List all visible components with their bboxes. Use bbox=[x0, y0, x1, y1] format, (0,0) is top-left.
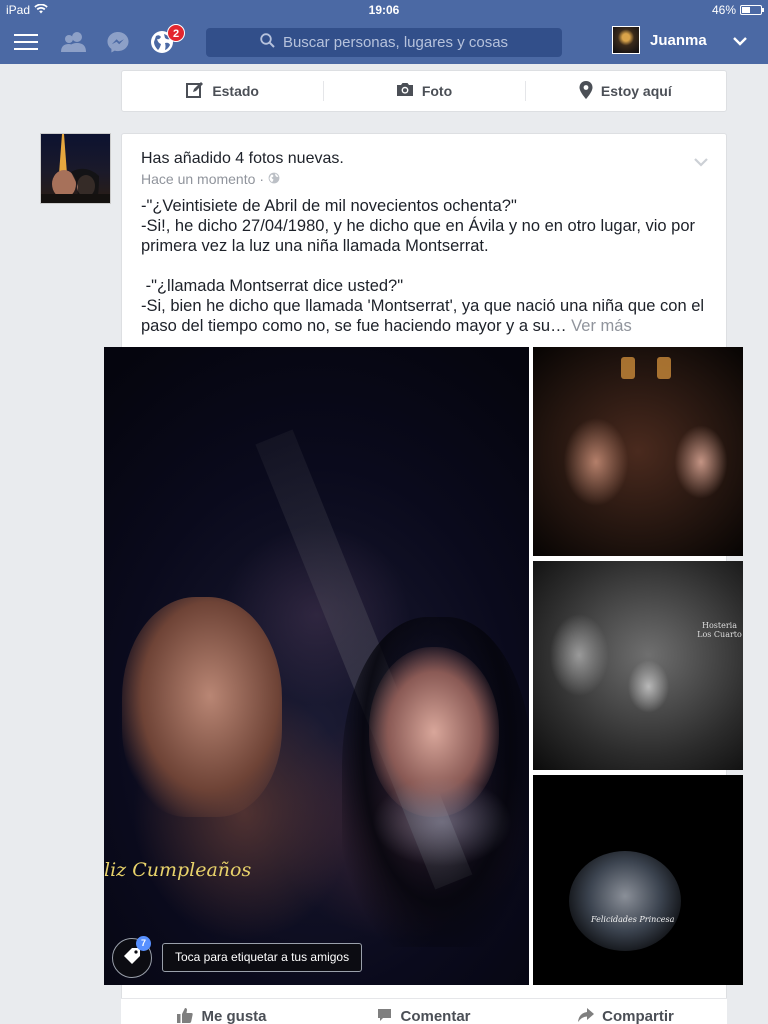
checkin-label: Estoy aquí bbox=[600, 83, 672, 99]
location-pin-icon bbox=[579, 80, 593, 102]
thumbs-up-icon bbox=[177, 1007, 194, 1024]
dot-separator: · bbox=[259, 171, 265, 187]
see-more-link[interactable]: Ver más bbox=[571, 317, 632, 335]
edit-icon bbox=[186, 81, 204, 102]
user-profile-link[interactable]: Juanma bbox=[612, 26, 707, 54]
comment-button[interactable]: Comentar bbox=[323, 999, 525, 1024]
share-label: Compartir bbox=[602, 1008, 674, 1024]
status-button[interactable]: Estado bbox=[122, 71, 323, 111]
public-globe-icon bbox=[268, 171, 280, 187]
photo-vignette-portrait[interactable]: Felicidades Princesa bbox=[533, 775, 743, 985]
friend-requests-icon[interactable] bbox=[61, 30, 87, 54]
photo-button[interactable]: Foto bbox=[323, 71, 524, 111]
post-text-line: -Si!, he dicho 27/04/1980, y he dicho qu… bbox=[141, 217, 700, 255]
search-icon bbox=[260, 33, 275, 52]
user-avatar bbox=[612, 26, 640, 54]
clock: 19:06 bbox=[368, 3, 400, 17]
comment-icon bbox=[377, 1008, 392, 1024]
like-label: Me gusta bbox=[201, 1008, 267, 1024]
photo-person-man bbox=[122, 597, 282, 817]
tag-count-badge: 7 bbox=[136, 936, 151, 951]
chevron-down-icon[interactable] bbox=[732, 30, 748, 59]
tag-friends-tooltip: Toca para etiquetar a tus amigos bbox=[162, 943, 363, 972]
search-placeholder: Buscar personas, lugares y cosas bbox=[282, 34, 509, 51]
search-bar[interactable]: Buscar personas, lugares y cosas bbox=[206, 28, 562, 57]
post-text-line: -"¿llamada Montserrat dice usted?" bbox=[141, 277, 404, 295]
photo-vignette-caption: Felicidades Princesa bbox=[591, 915, 675, 924]
post-actions-bar: Me gusta Comentar Compartir bbox=[121, 998, 727, 1024]
post-composer: Estado Foto Estoy aquí bbox=[121, 70, 727, 112]
status-label: Estado bbox=[212, 83, 259, 99]
top-nav-bar: 2 Buscar personas, lugares y cosas Juanm… bbox=[0, 20, 768, 64]
photo-sign-text: Hosteria Los Cuarto bbox=[697, 621, 742, 639]
photo-caption-text: liz Cumpleaños bbox=[104, 859, 252, 881]
photo-vignette bbox=[569, 851, 681, 951]
avatar-photo bbox=[41, 134, 110, 203]
photo-bar-couple[interactable] bbox=[533, 347, 743, 556]
battery-icon bbox=[740, 5, 764, 15]
post-meta: Hace un momento · bbox=[141, 171, 280, 187]
post-author-avatar[interactable] bbox=[40, 133, 111, 204]
camera-icon bbox=[396, 82, 414, 100]
checkin-button[interactable]: Estoy aquí bbox=[524, 71, 726, 111]
photo-label: Foto bbox=[421, 83, 453, 99]
photo-lamp bbox=[621, 357, 635, 379]
status-bar: iPad 19:06 46% bbox=[0, 0, 768, 20]
user-name: Juanma bbox=[650, 31, 707, 49]
post-text-truncated: -Si, bien he dicho que llamada 'Montserr… bbox=[141, 296, 711, 336]
photo-bw-hosteria[interactable]: Hosteria Los Cuarto bbox=[533, 561, 743, 770]
like-button[interactable]: Me gusta bbox=[121, 999, 323, 1024]
post-timestamp[interactable]: Hace un momento bbox=[141, 171, 255, 187]
messenger-icon[interactable] bbox=[106, 30, 130, 54]
menu-icon[interactable] bbox=[14, 30, 38, 54]
share-button[interactable]: Compartir bbox=[525, 999, 727, 1024]
photo-main[interactable]: liz Cumpleaños 7 Toca para etiquetar a t… bbox=[104, 347, 529, 985]
post-text-line: -"¿Veintisiete de Abril de mil novecient… bbox=[141, 197, 517, 215]
notifications-badge: 2 bbox=[167, 24, 185, 42]
photo-lamp bbox=[657, 357, 671, 379]
share-arrow-icon bbox=[578, 1007, 595, 1024]
post-options-chevron-icon[interactable] bbox=[694, 154, 708, 172]
status-right: 46% bbox=[711, 3, 764, 17]
comment-label: Comentar bbox=[400, 1008, 471, 1024]
post-text: -"¿Veintisiete de Abril de mil novecient… bbox=[141, 196, 711, 336]
post-title: Has añadido 4 fotos nuevas. bbox=[141, 150, 344, 167]
battery-percent: 46% bbox=[711, 3, 736, 17]
photo-scarf bbox=[372, 777, 512, 867]
